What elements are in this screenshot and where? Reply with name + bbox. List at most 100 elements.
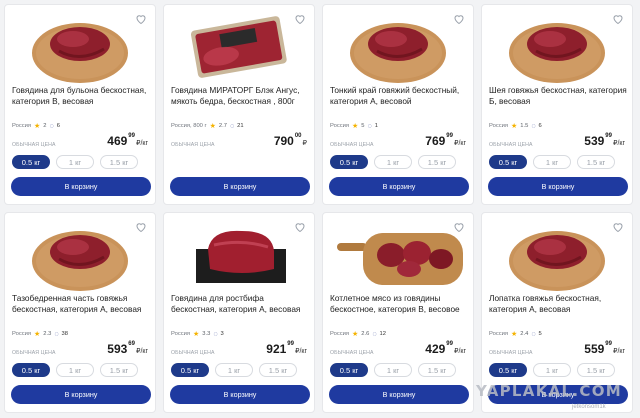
price-label: ОБЫЧНАЯ ЦЕНА <box>330 350 374 356</box>
comment-count[interactable]: 12 <box>380 331 386 337</box>
heart-icon[interactable] <box>612 13 624 25</box>
price-label: ОБЫЧНАЯ ЦЕНА <box>489 142 533 148</box>
product-image[interactable] <box>11 11 149 85</box>
price-decimal: 69 <box>128 341 135 347</box>
origin-label: Россия <box>489 123 509 129</box>
weight-selector: 0.5 кг 1 кг 1.5 кг <box>12 155 138 169</box>
price: 42999₽/кг <box>425 341 466 356</box>
comment-count[interactable]: 21 <box>237 123 243 129</box>
weight-option[interactable]: 1 кг <box>374 155 412 169</box>
product-title[interactable]: Говядина для бульона бескостная, категор… <box>12 85 152 107</box>
weight-selector: 0.5 кг 1 кг 1.5 кг <box>330 363 456 377</box>
add-to-cart-button[interactable]: В корзину <box>329 177 469 196</box>
add-to-cart-button[interactable]: В корзину <box>170 385 310 404</box>
weight-option[interactable]: 1.5 кг <box>418 363 456 377</box>
add-to-cart-button[interactable]: В корзину <box>11 385 151 404</box>
comment-count[interactable]: 38 <box>62 331 68 337</box>
add-to-cart-button[interactable]: В корзину <box>11 177 151 196</box>
product-title[interactable]: Говядина МИРАТОРГ Блэк Ангус, мякоть бед… <box>171 85 311 107</box>
weight-option[interactable]: 0.5 кг <box>330 363 368 377</box>
price-unit: ₽/кг <box>135 140 148 147</box>
product-meta: Россия ★ 5 ◌ 1 <box>330 122 378 131</box>
product-meta: Россия ★ 2 ◌ 6 <box>12 122 60 131</box>
add-to-cart-button[interactable]: В корзину <box>329 385 469 404</box>
weight-option[interactable]: 1 кг <box>215 363 253 377</box>
product-title[interactable]: Котлетное мясо из говядины бескостное, к… <box>330 293 470 315</box>
watermark-sub: jetkonsom1k <box>572 404 606 410</box>
product-title[interactable]: Шея говяжья бескостная, категория Б, вес… <box>489 85 629 107</box>
comment-count[interactable]: 5 <box>539 331 542 337</box>
comment-count[interactable]: 6 <box>57 123 60 129</box>
product-image[interactable] <box>488 11 626 85</box>
product-card[interactable]: Котлетное мясо из говядины бескостное, к… <box>322 212 474 413</box>
product-title[interactable]: Тонкий край говяжий бескостный, категори… <box>330 85 470 107</box>
origin-label: Россия <box>12 331 32 337</box>
heart-icon[interactable] <box>294 13 306 25</box>
product-card[interactable]: Тазобедренная часть говяжья бескостная, … <box>4 212 156 413</box>
weight-option[interactable]: 1 кг <box>374 363 412 377</box>
price: 79000₽ <box>274 133 307 148</box>
weight-option[interactable]: 0.5 кг <box>12 155 50 169</box>
weight-option[interactable]: 0.5 кг <box>489 363 527 377</box>
weight-option[interactable]: 0.5 кг <box>489 155 527 169</box>
weight-option[interactable]: 1.5 кг <box>100 363 138 377</box>
product-title[interactable]: Лопатка говяжья бескостная, категория А,… <box>489 293 629 315</box>
add-to-cart-button[interactable]: В корзину <box>170 177 310 196</box>
weight-option[interactable]: 1 кг <box>533 363 571 377</box>
product-card[interactable]: Говядина МИРАТОРГ Блэк Ангус, мякоть бед… <box>163 4 315 205</box>
comment-icon: ◌ <box>49 122 54 130</box>
weight-option[interactable]: 1.5 кг <box>577 155 615 169</box>
heart-icon[interactable] <box>294 221 306 233</box>
product-image[interactable] <box>170 11 308 85</box>
star-icon: ★ <box>209 123 216 130</box>
product-card[interactable]: Тонкий край говяжий бескостный, категори… <box>322 4 474 205</box>
comment-count[interactable]: 1 <box>375 123 378 129</box>
star-icon: ★ <box>193 331 200 338</box>
product-card[interactable]: Шея говяжья бескостная, категория Б, вес… <box>481 4 633 205</box>
add-to-cart-button[interactable]: В корзину <box>488 177 628 196</box>
product-image[interactable] <box>329 11 467 85</box>
price-label: ОБЫЧНАЯ ЦЕНА <box>171 142 215 148</box>
product-card[interactable]: Говядина для бульона бескостная, категор… <box>4 4 156 205</box>
product-image[interactable] <box>488 219 626 293</box>
product-meta: Россия ★ 2.6 ◌ 12 <box>330 330 386 339</box>
heart-icon[interactable] <box>453 13 465 25</box>
weight-option[interactable]: 0.5 кг <box>330 155 368 169</box>
star-icon: ★ <box>34 331 41 338</box>
price-unit: ₽/кг <box>453 140 466 147</box>
weight-option[interactable]: 1.5 кг <box>100 155 138 169</box>
rating-value: 2.6 <box>361 331 370 337</box>
comment-icon: ◌ <box>229 122 235 130</box>
price-unit: ₽/кг <box>612 140 625 147</box>
heart-icon[interactable] <box>135 13 147 25</box>
weight-option[interactable]: 1.5 кг <box>418 155 456 169</box>
product-grid: Говядина для бульона бескостная, категор… <box>4 4 633 413</box>
price-decimal: 99 <box>446 133 453 139</box>
product-image[interactable] <box>11 219 149 293</box>
price: 55999₽/кг <box>584 341 625 356</box>
weight-option[interactable]: 1 кг <box>533 155 571 169</box>
star-icon: ★ <box>511 123 518 130</box>
comment-icon: ◌ <box>531 122 536 130</box>
heart-icon[interactable] <box>135 221 147 233</box>
weight-option[interactable]: 1 кг <box>56 155 94 169</box>
product-title[interactable]: Говядина для ростбифа бескостная, катего… <box>171 293 311 315</box>
product-image[interactable] <box>170 219 308 293</box>
rating-value: 5 <box>361 123 365 129</box>
comment-count[interactable]: 3 <box>221 331 224 337</box>
weight-selector: 0.5 кг 1 кг 1.5 кг <box>330 155 456 169</box>
weight-option[interactable]: 0.5 кг <box>12 363 50 377</box>
heart-icon[interactable] <box>612 221 624 233</box>
weight-option[interactable]: 1.5 кг <box>577 363 615 377</box>
price-label: ОБЫЧНАЯ ЦЕНА <box>12 350 56 356</box>
product-card[interactable]: Говядина для ростбифа бескостная, катего… <box>163 212 315 413</box>
weight-option[interactable]: 0.5 кг <box>171 363 209 377</box>
weight-option[interactable]: 1 кг <box>56 363 94 377</box>
product-title[interactable]: Тазобедренная часть говяжья бескостная, … <box>12 293 152 315</box>
origin-label: Россия <box>330 331 350 337</box>
weight-option[interactable]: 1.5 кг <box>259 363 297 377</box>
product-image[interactable] <box>329 219 467 293</box>
star-icon: ★ <box>34 123 41 130</box>
comment-count[interactable]: 6 <box>539 123 542 129</box>
heart-icon[interactable] <box>453 221 465 233</box>
